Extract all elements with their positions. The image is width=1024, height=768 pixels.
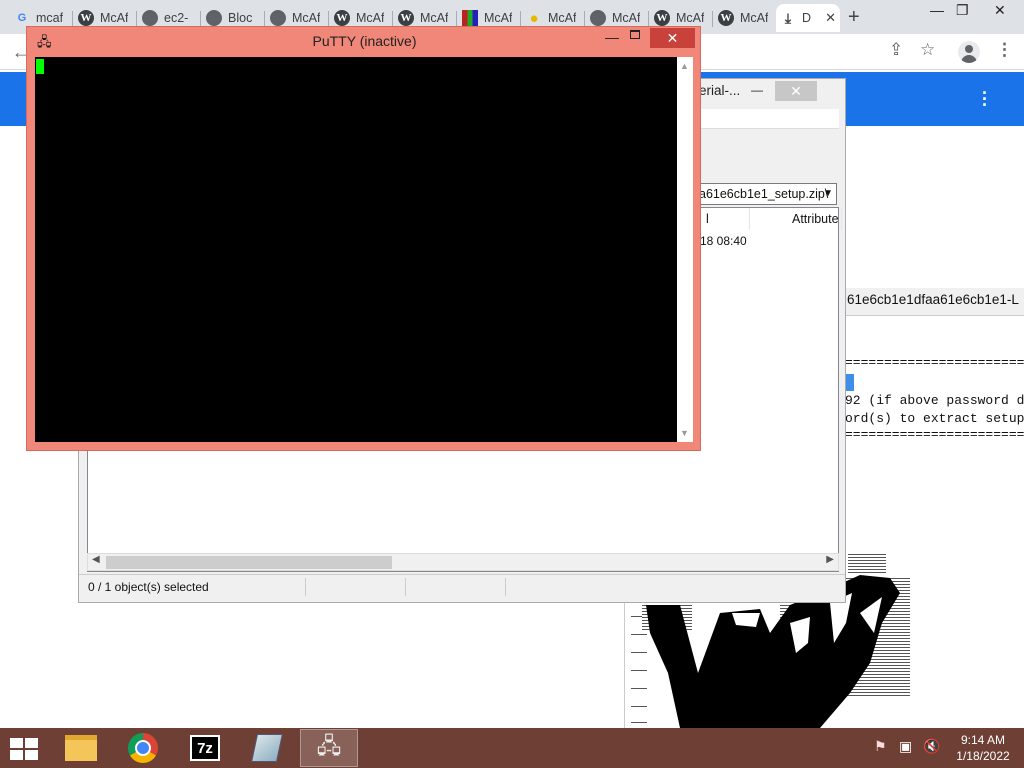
maximize-icon[interactable] (630, 30, 640, 39)
taskbar: 7z 🖧 ⚑ ▣ 🔇 9:14 AM 1/18/2022 (0, 728, 1024, 768)
globe-icon (270, 10, 286, 26)
sevenzip-title: erial-... (699, 83, 741, 98)
close-icon[interactable]: ✕ (994, 2, 1006, 19)
notepad-icon (251, 734, 283, 762)
minimize-icon[interactable]: — (751, 83, 763, 97)
close-tab-icon[interactable]: ✕ (825, 10, 836, 26)
close-button[interactable]: ✕ (775, 81, 817, 101)
page-more-icon[interactable]: · · · (982, 84, 988, 114)
console-line: ord(s) to extract setup (845, 411, 1024, 426)
terminal-cursor (36, 59, 44, 74)
chrome-icon (128, 733, 158, 763)
chevron-down-icon[interactable]: ▼ (823, 184, 833, 204)
taskbar-putty[interactable]: 🖧 (300, 729, 358, 767)
restore-icon[interactable]: ❐ (956, 2, 969, 19)
scroll-left-icon[interactable]: ◀ (92, 554, 100, 565)
console-title: 61e6cb1e1dfaa61e6cb1e1-L (845, 288, 1024, 316)
wordpress-icon: W (718, 10, 734, 26)
horizontal-scrollbar[interactable]: ◀ ▶ (87, 553, 839, 571)
winrar-icon (462, 10, 478, 26)
wordpress-icon: W (78, 10, 94, 26)
file-row-date[interactable]: 18 08:40 (700, 234, 747, 248)
status-bar: 0 / 1 object(s) selected (79, 574, 845, 598)
vertical-scrollbar[interactable]: ▲ ▼ (677, 57, 693, 442)
clock-time: 9:14 AM (960, 733, 1006, 747)
profile-avatar[interactable] (958, 41, 980, 63)
address-field[interactable]: a61e6cb1e1_setup.zip\ ▼ (691, 183, 837, 205)
duck-icon: ● (529, 9, 539, 27)
column-header-attributes[interactable]: Attribute (752, 208, 842, 230)
putty-window[interactable]: 🖧 PuTTY (inactive) — ✕ ▲ ▼ (26, 26, 701, 451)
volume-muted-icon[interactable]: 🔇 (923, 738, 940, 755)
tab-mcafee-9[interactable]: W McAf (714, 4, 777, 32)
network-icon[interactable]: ▣ (899, 738, 912, 755)
putty-icon: 🖧 (316, 733, 342, 758)
folder-icon (65, 735, 97, 761)
tab-downloads-active[interactable]: ⤓ D ✕ (776, 4, 840, 32)
putty-title: PuTTY (inactive) (312, 33, 417, 49)
wordpress-icon: W (398, 10, 414, 26)
wordpress-icon: W (334, 10, 350, 26)
share-icon[interactable]: ⇪ (889, 40, 903, 60)
google-icon: G (17, 12, 27, 24)
start-button[interactable] (10, 738, 38, 760)
clock-date: 1/18/2022 (956, 749, 1010, 763)
sevenzip-icon: 7z (190, 735, 220, 761)
console-line: 92 (if above password d (845, 393, 1024, 408)
close-button[interactable]: ✕ (650, 28, 695, 48)
scrollbar-thumb[interactable] (106, 556, 392, 569)
console-line: ============================= (845, 427, 1024, 442)
globe-icon (590, 10, 606, 26)
wordpress-icon: W (654, 10, 670, 26)
scroll-right-icon[interactable]: ▶ (826, 554, 834, 565)
taskbar-chrome[interactable] (114, 729, 172, 767)
selection-status: 0 / 1 object(s) selected (88, 580, 209, 594)
taskbar-notepad[interactable] (238, 729, 296, 767)
bookmark-star-icon[interactable]: ☆ (920, 40, 935, 60)
taskbar-7zip[interactable]: 7z (176, 729, 234, 767)
scroll-down-icon[interactable]: ▼ (680, 428, 689, 438)
terminal-area[interactable] (35, 57, 677, 442)
column-header[interactable]: l (700, 208, 750, 230)
system-clock[interactable]: 9:14 AM 1/18/2022 (948, 732, 1018, 764)
taskbar-file-explorer[interactable] (52, 729, 110, 767)
new-tab-button[interactable]: + (848, 6, 860, 29)
action-center-flag-icon[interactable]: ⚑ (874, 738, 887, 755)
minimize-icon[interactable]: — (605, 29, 619, 45)
console-line: ============================= (845, 355, 1024, 370)
minimize-icon[interactable]: — (930, 2, 944, 18)
globe-icon (206, 10, 222, 26)
globe-icon (142, 10, 158, 26)
download-icon: ⤓ (784, 9, 792, 26)
menu-dots-icon[interactable]: ⋮ (996, 40, 1013, 60)
scroll-up-icon[interactable]: ▲ (680, 61, 689, 71)
console-cursor (846, 374, 854, 391)
